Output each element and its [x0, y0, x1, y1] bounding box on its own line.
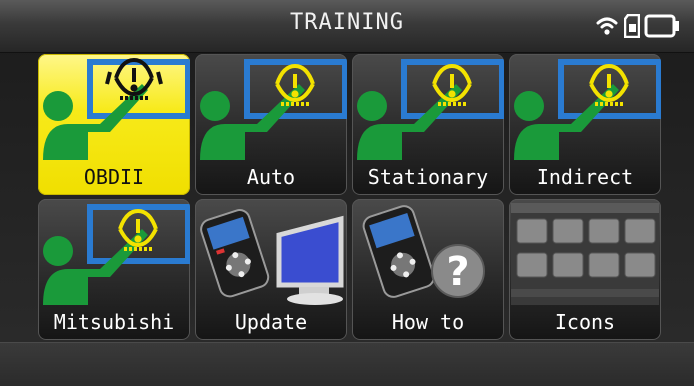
- tile-label: Auto: [246, 165, 296, 189]
- tpms-warning-icon: [514, 59, 661, 160]
- tile-label: Mitsubishi: [53, 310, 175, 334]
- tile-auto[interactable]: Auto: [195, 54, 347, 195]
- battery-icon: [644, 14, 679, 38]
- tile-indirect[interactable]: Indirect: [509, 54, 661, 195]
- tile-label: Stationary: [367, 165, 489, 189]
- footer-bar: [0, 342, 694, 386]
- wifi-icon: [596, 17, 618, 35]
- tile-label: How to: [391, 310, 465, 334]
- tpms-warning-icon: [43, 204, 190, 305]
- tile-label: OBDII: [83, 165, 145, 189]
- tpms-warning-icon: [357, 59, 504, 160]
- tile-icons[interactable]: Icons: [509, 199, 661, 340]
- status-icons: [586, 12, 686, 40]
- tile-how-to[interactable]: ? How to: [352, 199, 504, 340]
- screen: TRAINING OBDII Auto Stationary Indirect …: [0, 0, 694, 386]
- icons-menu-preview: [511, 203, 659, 305]
- tile-label: Update: [234, 310, 308, 334]
- tpms-warning-icon: [200, 59, 347, 160]
- tpms-warning-icon: [43, 57, 190, 160]
- tile-label: Icons: [554, 310, 616, 334]
- tile-obdii[interactable]: OBDII: [38, 54, 190, 195]
- training-menu-grid: OBDII Auto Stationary Indirect Mitsubish…: [38, 54, 662, 340]
- header-bar: TRAINING: [0, 0, 694, 53]
- tile-mitsubishi[interactable]: Mitsubishi: [38, 199, 190, 340]
- sd-card-icon: [624, 14, 640, 38]
- tile-stationary[interactable]: Stationary: [352, 54, 504, 195]
- svg-text:?: ?: [446, 249, 469, 295]
- device-computer-icon: [200, 209, 344, 305]
- tile-label: Indirect: [536, 165, 634, 189]
- device-help-icon: ?: [362, 205, 485, 298]
- tile-update[interactable]: Update: [195, 199, 347, 340]
